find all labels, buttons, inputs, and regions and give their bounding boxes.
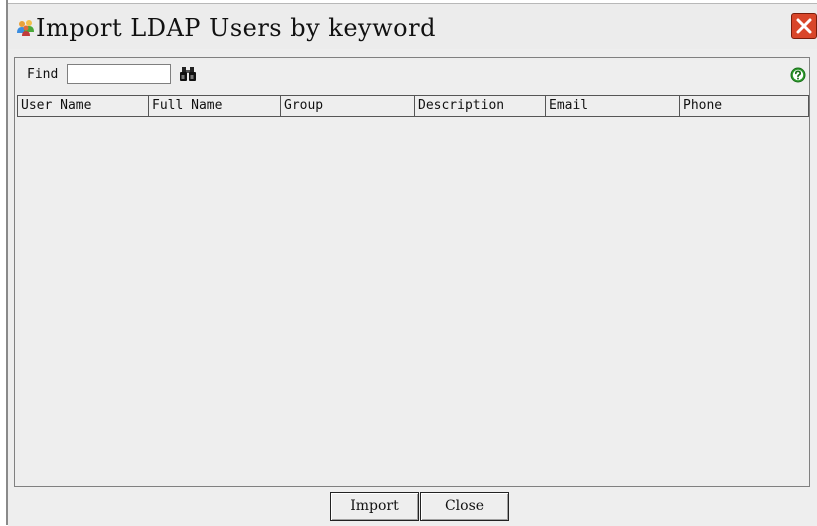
column-header-phone[interactable]: Phone (680, 96, 809, 116)
title-bar[interactable]: Import LDAP Users by keyword (8, 4, 817, 49)
find-label: Find (27, 67, 59, 82)
help-icon[interactable] (790, 67, 806, 83)
close-button[interactable]: Close (420, 492, 509, 521)
users-panel: Find User Name Full Name Group Descripti… (14, 57, 810, 487)
column-header-user-name[interactable]: User Name (17, 96, 149, 116)
import-button[interactable]: Import (330, 492, 419, 521)
close-dialog-button[interactable] (791, 13, 817, 39)
column-header-email[interactable]: Email (546, 96, 680, 116)
column-header-description[interactable]: Description (415, 96, 546, 116)
users-table-header: User Name Full Name Group Description Em… (17, 95, 809, 117)
binoculars-icon[interactable] (179, 66, 197, 82)
column-header-group[interactable]: Group (281, 96, 415, 116)
close-icon (796, 18, 812, 34)
users-table-body[interactable] (17, 117, 809, 484)
users-icon (17, 20, 34, 36)
dialog-title: Import LDAP Users by keyword (36, 14, 436, 42)
dialog-button-bar: Import Close (8, 489, 817, 526)
find-toolbar: Find (15, 58, 809, 91)
import-ldap-dialog: Import LDAP Users by keyword Find User N… (8, 3, 817, 526)
find-input[interactable] (67, 64, 171, 84)
column-header-full-name[interactable]: Full Name (149, 96, 281, 116)
